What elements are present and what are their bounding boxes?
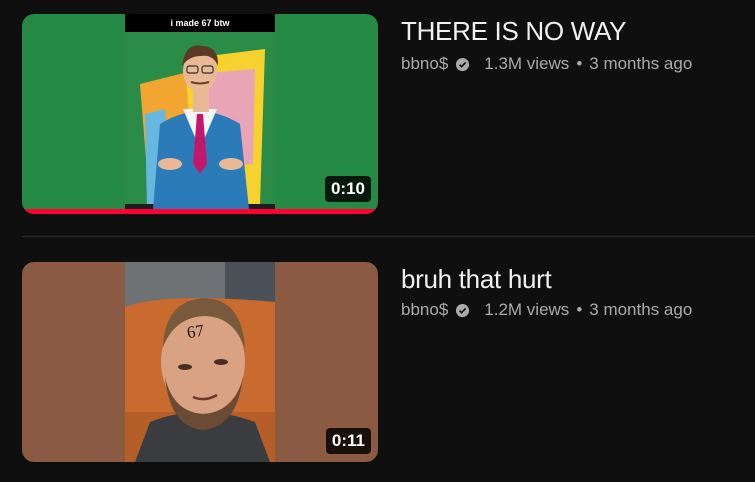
- meta-separator: •: [576, 54, 583, 73]
- video-item: i made 67 btw 0:10 THERE IS NO WAY bbno$…: [0, 0, 755, 236]
- thumbnail-blur-side: [22, 14, 125, 214]
- watch-progress-bar: [22, 209, 378, 214]
- thumbnail-blur-side: [22, 262, 125, 462]
- upload-age: 3 months ago: [589, 300, 693, 319]
- upload-age: 3 months ago: [589, 54, 693, 73]
- thumbnail-image: 67: [125, 262, 275, 462]
- svg-text:67: 67: [186, 321, 206, 342]
- channel-name[interactable]: bbno$: [401, 54, 448, 74]
- video-thumbnail[interactable]: 67 0:11: [22, 262, 378, 462]
- verified-badge-icon: [456, 57, 470, 71]
- duration-badge: 0:10: [324, 176, 371, 202]
- meta-separator: •: [576, 300, 583, 319]
- duration-badge: 0:11: [325, 428, 371, 454]
- view-count: 1.2M views: [484, 300, 570, 319]
- verified-badge-icon: [456, 303, 470, 317]
- video-thumbnail[interactable]: i made 67 btw 0:10: [22, 14, 378, 214]
- video-title[interactable]: THERE IS NO WAY: [401, 16, 626, 47]
- view-count: 1.3M views: [484, 54, 570, 73]
- channel-name[interactable]: bbno$: [401, 300, 448, 320]
- video-metadata: bbno$ 1.2M views • 3 months ago: [401, 300, 692, 320]
- thumbnail-image: i made 67 btw: [125, 14, 275, 214]
- thumbnail-caption: i made 67 btw: [125, 14, 275, 32]
- video-title[interactable]: bruh that hurt: [401, 264, 552, 295]
- video-item: 67 0:11 bruh that hurt bbno$ 1.2M views …: [0, 237, 755, 482]
- video-metadata: bbno$ 1.3M views • 3 months ago: [401, 54, 692, 74]
